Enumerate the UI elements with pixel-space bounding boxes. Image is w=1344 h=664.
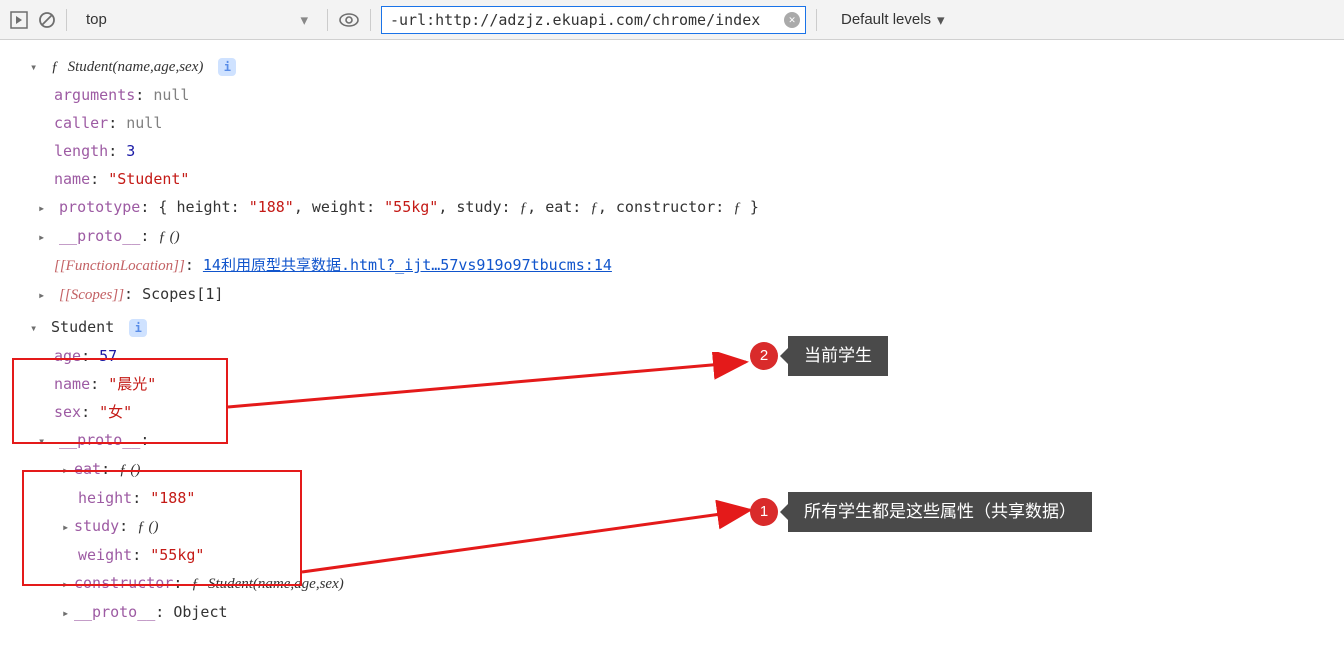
inst-eat[interactable]: eat: ƒ () bbox=[30, 455, 1344, 484]
expand-arrow[interactable] bbox=[38, 193, 50, 222]
annotation-1: 1 所有学生都是这些属性（共享数据） bbox=[750, 492, 1092, 532]
annotation-2: 2 当前学生 bbox=[750, 336, 888, 376]
inst-proto[interactable]: __proto__: bbox=[30, 426, 1344, 455]
inst-sex: sex: "女" bbox=[30, 398, 1344, 426]
info-badge-icon[interactable]: i bbox=[218, 58, 236, 76]
prop-scopes[interactable]: [[Scopes]]: Scopes[1] bbox=[30, 280, 1344, 309]
expand-arrow[interactable] bbox=[38, 280, 50, 309]
log-levels-dropdown[interactable]: Default levels ▾ bbox=[841, 11, 945, 29]
prop-function-location: [[FunctionLocation]]: 14利用原型共享数据.html?_i… bbox=[30, 251, 1344, 280]
function-header-row[interactable]: ƒ Student(name,age,sex) i bbox=[30, 52, 1344, 81]
inst-name: name: "晨光" bbox=[30, 370, 1344, 398]
expand-arrow[interactable] bbox=[62, 598, 74, 627]
prop-caller: caller: null bbox=[30, 109, 1344, 137]
inst-study[interactable]: study: ƒ () bbox=[30, 512, 1344, 541]
inst-proto-proto[interactable]: __proto__: Object bbox=[30, 598, 1344, 627]
expand-arrow[interactable] bbox=[38, 426, 50, 455]
context-selector[interactable]: top ▾ bbox=[77, 8, 317, 32]
instance-header-row[interactable]: Student i bbox=[30, 313, 1344, 342]
prop-length: length: 3 bbox=[30, 137, 1344, 165]
annotation-badge: 2 bbox=[750, 342, 778, 370]
live-expression-eye-icon[interactable] bbox=[338, 11, 360, 29]
expand-arrow[interactable] bbox=[30, 52, 42, 81]
prop-arguments: arguments: null bbox=[30, 81, 1344, 109]
clear-console-icon[interactable] bbox=[38, 11, 56, 29]
inst-constructor[interactable]: constructor: ƒ Student(name,age,sex) bbox=[30, 569, 1344, 598]
console-output: ƒ Student(name,age,sex) i arguments: nul… bbox=[0, 40, 1344, 627]
expand-arrow[interactable] bbox=[62, 569, 74, 598]
prop-prototype[interactable]: prototype: { height: "188", weight: "55k… bbox=[30, 193, 1344, 222]
chevron-down-icon: ▾ bbox=[937, 11, 945, 29]
info-badge-icon[interactable]: i bbox=[129, 319, 147, 337]
expand-arrow[interactable] bbox=[62, 455, 74, 484]
console-toolbar: top ▾ ✕ Default levels ▾ bbox=[0, 0, 1344, 40]
prop-name: name: "Student" bbox=[30, 165, 1344, 193]
annotation-label: 所有学生都是这些属性（共享数据） bbox=[788, 492, 1092, 532]
annotation-label: 当前学生 bbox=[788, 336, 888, 376]
expand-arrow[interactable] bbox=[30, 313, 42, 342]
chevron-down-icon: ▾ bbox=[300, 11, 308, 29]
execution-context-play-icon[interactable] bbox=[10, 11, 28, 29]
context-label: top bbox=[86, 11, 107, 28]
expand-arrow[interactable] bbox=[38, 222, 50, 251]
inst-weight: weight: "55kg" bbox=[30, 541, 1344, 569]
inst-height: height: "188" bbox=[30, 484, 1344, 512]
filter-input[interactable] bbox=[381, 6, 806, 34]
inst-age: age: 57 bbox=[30, 342, 1344, 370]
filter-clear-icon[interactable]: ✕ bbox=[784, 12, 800, 28]
expand-arrow[interactable] bbox=[62, 512, 74, 541]
prop-proto[interactable]: __proto__: ƒ () bbox=[30, 222, 1344, 251]
source-link[interactable]: 14利用原型共享数据.html?_ijt…57vs919o97tbucms:14 bbox=[203, 256, 612, 274]
annotation-badge: 1 bbox=[750, 498, 778, 526]
